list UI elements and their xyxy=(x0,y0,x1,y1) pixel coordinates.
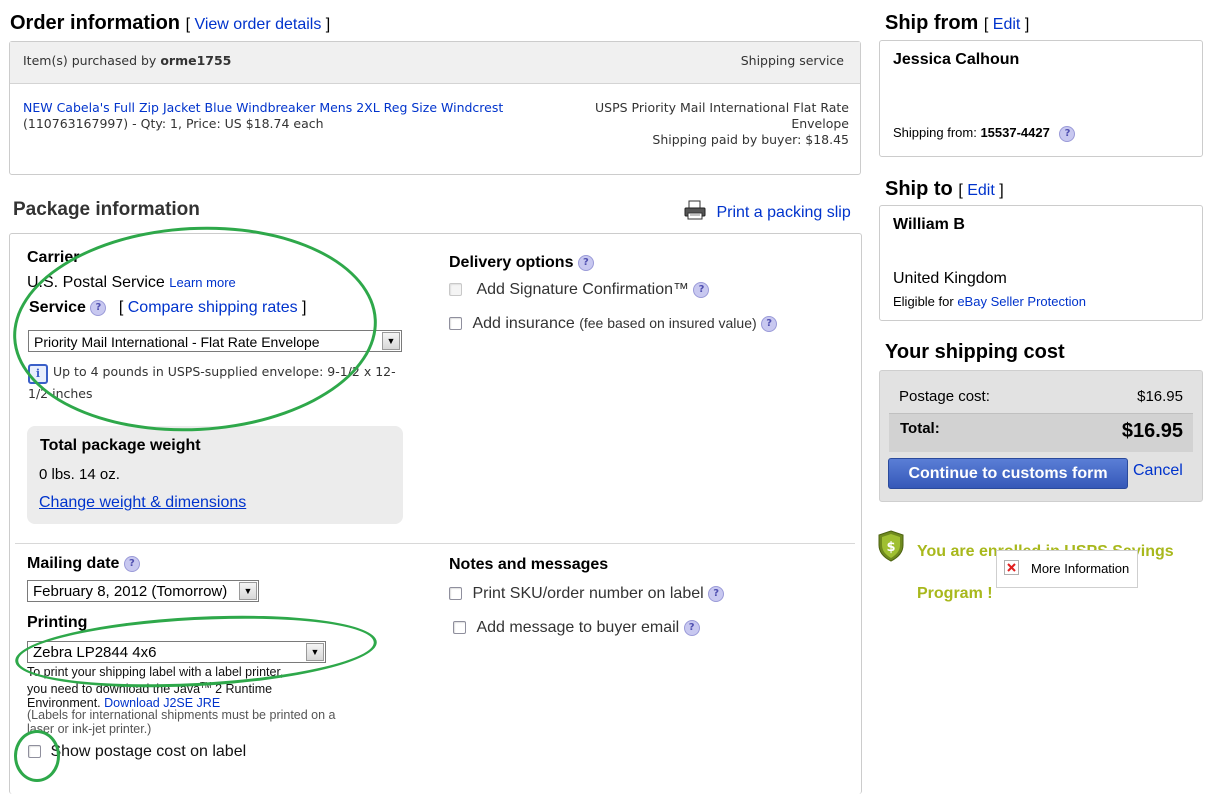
continue-customs-button[interactable]: Continue to customs form xyxy=(888,458,1128,489)
show-postage-checkbox[interactable] xyxy=(28,745,41,759)
insurance-help-icon[interactable]: ? xyxy=(761,315,778,332)
ship-to-edit-link[interactable]: Edit xyxy=(967,182,995,199)
shipping-service-header: Shipping service xyxy=(740,53,844,68)
order-info-heading: Order information [ View order details ] xyxy=(10,12,331,34)
seller-protection-link[interactable]: eBay Seller Protection xyxy=(957,294,1086,309)
insurance-checkbox[interactable] xyxy=(449,317,462,331)
ship-from-edit-link[interactable]: Edit xyxy=(993,16,1021,33)
chevron-down-icon: ▼ xyxy=(306,643,324,661)
service-select[interactable]: Priority Mail International - Flat Rate … xyxy=(28,330,402,352)
ship-from-panel: Jessica Calhoun Shipping from: 15537-442… xyxy=(879,40,1203,157)
weight-title: Total package weight xyxy=(40,437,201,454)
ship-from-name: Jessica Calhoun xyxy=(893,51,1020,68)
notes-label: Notes and messages xyxy=(449,556,609,573)
ship-from-help-icon[interactable]: ? xyxy=(1059,125,1076,142)
printing-label: Printing xyxy=(27,614,88,631)
ship-from-zip-row: Shipping from: 15537-4427 ? xyxy=(893,125,1076,142)
total-value: $16.95 xyxy=(1121,420,1183,442)
print-packing-slip-link[interactable]: Print a packing slip xyxy=(716,204,850,221)
printer-icon xyxy=(684,200,706,225)
postage-value: $16.95 xyxy=(1137,388,1183,405)
mailing-date-help-icon[interactable]: ? xyxy=(123,555,140,572)
service-help-icon[interactable]: ? xyxy=(90,299,107,316)
service-label: Service xyxy=(29,299,86,316)
signature-option: Add Signature Confirmation™ ? xyxy=(449,281,710,299)
usps-shield-icon: $ xyxy=(877,530,905,567)
carrier-value: U.S. Postal Service Learn more xyxy=(27,274,236,291)
item-title-link[interactable]: NEW Cabela's Full Zip Jacket Blue Windbr… xyxy=(23,100,503,115)
print-packing-slip[interactable]: Print a packing slip xyxy=(684,200,851,225)
weight-value: 0 lbs. 14 oz. xyxy=(39,466,120,483)
cancel-link[interactable]: Cancel xyxy=(1133,462,1183,480)
buyer-id: orme1755 xyxy=(160,53,232,68)
add-message-option: Add message to buyer email ? xyxy=(453,619,700,637)
mailing-date-select[interactable]: February 8, 2012 (Tomorrow) ▼ xyxy=(27,580,259,602)
chevron-down-icon: ▼ xyxy=(382,332,400,350)
postage-row: Postage cost: $16.95 xyxy=(889,379,1193,414)
more-info-label: More Information xyxy=(1031,561,1130,576)
shipping-cost-panel: Postage cost: $16.95 Total: $16.95 Conti… xyxy=(879,370,1203,502)
broken-image-icon xyxy=(1004,560,1019,575)
printer-select[interactable]: Zebra LP2844 4x6 ▼ xyxy=(27,641,326,663)
shipping-paid: Shipping paid by buyer: $18.45 xyxy=(652,132,849,147)
ship-to-country: United Kingdom xyxy=(893,270,1007,287)
item-details: (110763167997) - Qty: 1, Price: US $18.7… xyxy=(23,116,324,131)
total-row: Total: $16.95 xyxy=(889,414,1193,452)
view-order-details-link[interactable]: View order details xyxy=(194,16,321,33)
ship-to-name: William B xyxy=(893,216,965,233)
print-sku-help-icon[interactable]: ? xyxy=(708,585,725,602)
order-info-panel: Item(s) purchased by orme1755 Shipping s… xyxy=(9,41,861,175)
mailing-date-label: Mailing date ? xyxy=(27,555,140,573)
printer-selected-value: Zebra LP2844 4x6 xyxy=(33,644,157,661)
learn-more-link[interactable]: Learn more xyxy=(169,275,235,290)
printer-note: To print your shipping label with a labe… xyxy=(27,665,284,711)
order-info-title: Order information xyxy=(10,12,181,34)
service-selected-value: Priority Mail International - Flat Rate … xyxy=(34,334,320,350)
more-info-box[interactable]: More Information xyxy=(996,550,1138,588)
service-row: Service ? [ Compare shipping rates ] xyxy=(29,299,307,316)
svg-text:$: $ xyxy=(886,540,895,555)
signature-help-icon[interactable]: ? xyxy=(693,281,710,298)
signature-checkbox[interactable] xyxy=(449,283,462,297)
ship-to-heading: Ship to [ Edit ] xyxy=(885,178,1004,200)
service-description: USPS Priority Mail International Flat Ra… xyxy=(595,100,849,147)
service-note: Up to 4 pounds in USPS-supplied envelope… xyxy=(28,364,396,401)
shipping-cost-title: Your shipping cost xyxy=(885,341,1065,363)
delivery-help-icon[interactable]: ? xyxy=(577,254,594,271)
insurance-option: Add insurance (fee based on insured valu… xyxy=(449,315,778,333)
compare-rates-link[interactable]: Compare shipping rates xyxy=(128,299,298,316)
show-postage-option: Show postage cost on label xyxy=(28,743,246,761)
package-info-title: Package information xyxy=(13,199,200,220)
ship-from-heading: Ship from [ Edit ] xyxy=(885,12,1030,34)
ship-from-zip: 15537-4427 xyxy=(980,125,1050,140)
section-divider xyxy=(15,543,855,544)
seller-protection-row: Eligible for eBay Seller Protection xyxy=(893,294,1086,309)
chevron-down-icon: ▼ xyxy=(239,582,257,600)
carrier-label: Carrier xyxy=(27,249,80,266)
ship-to-panel: William B United Kingdom Eligible for eB… xyxy=(879,205,1203,321)
mailing-date-value: February 8, 2012 (Tomorrow) xyxy=(33,583,228,600)
print-sku-checkbox[interactable] xyxy=(449,587,462,601)
purchased-by: Item(s) purchased by orme1755 xyxy=(23,53,232,68)
delivery-options-label: Delivery options ? xyxy=(449,254,594,272)
add-message-checkbox[interactable] xyxy=(453,621,466,635)
add-message-help-icon[interactable]: ? xyxy=(683,619,700,636)
printer-international-note: (Labels for international shipments must… xyxy=(27,708,336,736)
print-sku-option: Print SKU/order number on label ? xyxy=(449,585,725,603)
change-weight-link[interactable]: Change weight & dimensions xyxy=(39,494,246,512)
